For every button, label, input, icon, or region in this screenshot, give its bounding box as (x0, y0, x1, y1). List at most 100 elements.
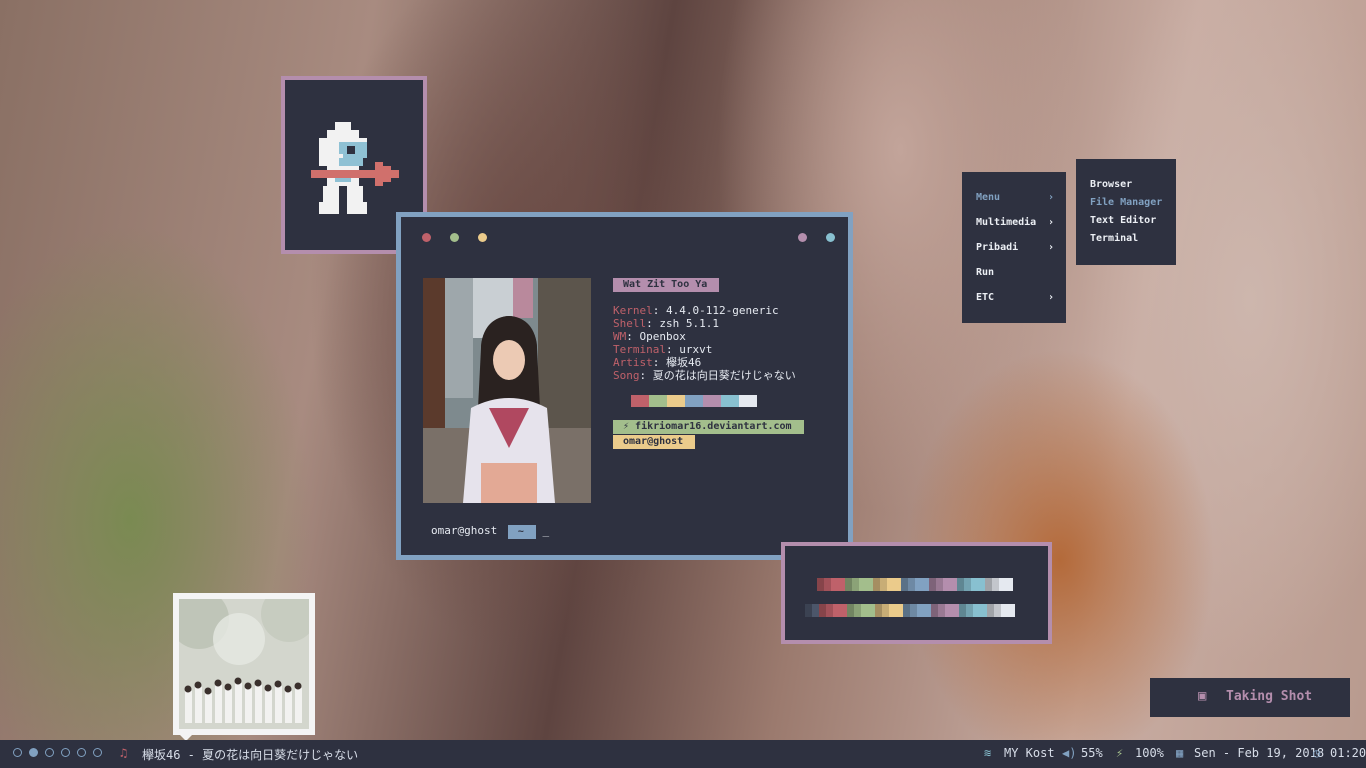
palette-shade (922, 578, 929, 591)
palette-shade (957, 578, 964, 591)
palette-shade (952, 604, 959, 617)
screenshot-notification[interactable]: ▣ Taking Shot (1150, 678, 1350, 717)
maximize-dot-icon[interactable] (450, 233, 459, 242)
clock-icon: ◷ (1313, 746, 1321, 760)
palette-shade (992, 578, 999, 591)
palette-shade (917, 604, 924, 617)
now-playing-text[interactable]: 欅坂46 - 夏の花は向日葵だけじゃない (142, 746, 358, 763)
color-swatch (685, 395, 703, 407)
menu-item-pribadi[interactable]: Pribadi › (976, 242, 1054, 253)
palette-shade (875, 604, 882, 617)
system-info-block: Wat Zit Too Ya Kernel: 4.4.0-112-generic… (613, 277, 804, 449)
menu-item-run[interactable]: Run (976, 267, 1054, 278)
palette-shade (999, 578, 1006, 591)
wifi-label[interactable]: MY Kost (1004, 746, 1055, 760)
menu-item-multimedia[interactable]: Multimedia › (976, 217, 1054, 228)
shell-prompt[interactable]: omar@ghost ~ _ (431, 524, 549, 539)
submenu-item-browser[interactable]: Browser (1090, 179, 1132, 190)
palette-shade (805, 604, 812, 617)
color-swatch-row (631, 395, 804, 407)
minimize-dot-icon[interactable] (478, 233, 487, 242)
palette-shade (973, 604, 980, 617)
workspace-indicator-1[interactable] (13, 748, 22, 757)
volume-icon: ◀) (1062, 746, 1077, 760)
palette-shade (978, 578, 985, 591)
palette-shade (889, 604, 896, 617)
volume-label[interactable]: 55% (1081, 746, 1103, 760)
palette-shade (882, 604, 889, 617)
battery-label[interactable]: 100% (1135, 746, 1164, 760)
info-row-song: Song: 夏の花は向日葵だけじゃない (613, 369, 796, 382)
info-row-wm: WM: Openbox (613, 330, 686, 343)
workspace-indicator-2[interactable] (29, 748, 38, 757)
header-tag: Wat Zit Too Ya (613, 278, 720, 292)
website-tag: ⚡ fikriomar16.deviantart.com (613, 420, 804, 434)
palette-shade (831, 578, 838, 591)
openbox-submenu[interactable]: Browser File Manager Text Editor Termina… (1076, 159, 1176, 265)
battery-plug-icon: ⚡ (1116, 746, 1124, 760)
submenu-item-terminal[interactable]: Terminal (1090, 233, 1138, 244)
palette-shade (812, 604, 819, 617)
palette-shade (887, 578, 894, 591)
lightning-icon: ⚡ (623, 421, 636, 432)
submenu-item-file-manager[interactable]: File Manager (1090, 197, 1162, 208)
color-swatch (667, 395, 685, 407)
date-label[interactable]: Sen - Feb 19, 2018 (1194, 746, 1324, 760)
terminal-window[interactable]: Wat Zit Too Ya Kernel: 4.4.0-112-generic… (396, 212, 853, 560)
palette-shade (966, 604, 973, 617)
info-row-kernel: Kernel: 4.4.0-112-generic (613, 304, 779, 317)
palette-shade (1006, 578, 1013, 591)
wifi-icon: ≋ (984, 746, 992, 760)
profile-photo (423, 278, 591, 503)
palette-shade (971, 578, 978, 591)
workspace-indicator-5[interactable] (77, 748, 86, 757)
palette-shade (859, 578, 866, 591)
palette-shade (1008, 604, 1015, 617)
palette-shade (936, 578, 943, 591)
palette-shade (894, 578, 901, 591)
palette-shade (873, 578, 880, 591)
openbox-root-menu[interactable]: Menu › Multimedia › Pribadi › Run ETC › (962, 172, 1066, 323)
workspace-indicator-3[interactable] (45, 748, 54, 757)
chevron-right-icon: › (1047, 242, 1054, 253)
color-swatch (739, 395, 757, 407)
palette-shade (985, 578, 992, 591)
palette-shade (931, 604, 938, 617)
palette-shade (901, 578, 908, 591)
prompt-cursor: _ (542, 524, 550, 537)
palette-shade (819, 604, 826, 617)
palette-shade (964, 578, 971, 591)
palette-shade (868, 604, 875, 617)
color-palette-panel (781, 542, 1052, 644)
prompt-dir-tag: ~ (507, 525, 536, 539)
palette-shade (915, 578, 922, 591)
time-label[interactable]: 01:20 (1330, 746, 1366, 760)
palette-shade (987, 604, 994, 617)
submenu-item-text-editor[interactable]: Text Editor (1090, 215, 1156, 226)
palette-shade (929, 578, 936, 591)
color-swatch (703, 395, 721, 407)
palette-shade (910, 604, 917, 617)
workspace-indicator-6[interactable] (93, 748, 102, 757)
info-row-shell: Shell: zsh 5.1.1 (613, 317, 719, 330)
prompt-user: omar@ghost (431, 524, 498, 537)
chevron-right-icon: › (1047, 192, 1054, 203)
palette-shade (1001, 604, 1008, 617)
camera-icon: ▣ (1198, 688, 1207, 704)
status-bar: ♫ 欅坂46 - 夏の花は向日葵だけじゃない ≋ MY Kost ◀) 55% … (0, 740, 1366, 768)
close-dot-icon[interactable] (422, 233, 431, 242)
palette-shade (826, 604, 833, 617)
palette-shade (817, 578, 824, 591)
palette-shade (980, 604, 987, 617)
palette-shade (854, 604, 861, 617)
palette-shade (852, 578, 859, 591)
menu-item-etc[interactable]: ETC › (976, 292, 1054, 303)
color-swatch (631, 395, 649, 407)
workspace-indicator-4[interactable] (61, 748, 70, 757)
palette-shade (833, 604, 840, 617)
color-swatch (721, 395, 739, 407)
palette-shade (959, 604, 966, 617)
info-row-artist: Artist: 欅坂46 (613, 356, 702, 369)
palette-gradient-row (805, 604, 1015, 617)
menu-item-menu[interactable]: Menu › (976, 192, 1054, 203)
